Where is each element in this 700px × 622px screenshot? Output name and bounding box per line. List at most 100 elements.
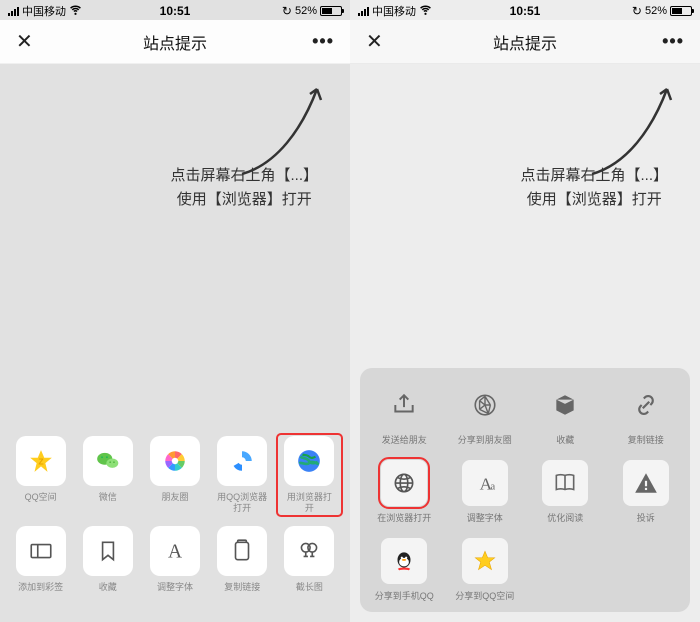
tile-label: 收藏	[99, 582, 117, 604]
globe-icon	[284, 436, 334, 486]
instruction-line2: 使用【浏览器】打开	[520, 188, 668, 212]
signal-icon	[8, 7, 19, 16]
clock-label: 10:51	[510, 4, 541, 18]
tile-wechat[interactable]: 微信	[77, 436, 138, 514]
warning-icon	[623, 460, 669, 506]
bookmark-add-icon	[16, 526, 66, 576]
more-button[interactable]: •••	[308, 27, 338, 56]
cell-adjustfont[interactable]: Aa 调整字体	[447, 460, 524, 524]
tile-favorite[interactable]: 收藏	[77, 526, 138, 604]
qzone-icon: Z	[16, 436, 66, 486]
font-size-icon: Aa	[462, 460, 508, 506]
favorite-icon	[83, 526, 133, 576]
tile-qzone[interactable]: Z QQ空间	[10, 436, 71, 514]
tile-label: 截长图	[296, 582, 323, 604]
cell-favorite[interactable]: 收藏	[527, 382, 604, 446]
page-title: 站点提示	[143, 30, 207, 54]
page-title: 站点提示	[493, 30, 557, 54]
cell-label: 复制链接	[628, 433, 664, 446]
qzone-star-icon	[462, 538, 508, 584]
more-button[interactable]: •••	[658, 27, 688, 56]
instruction-text: 点击屏幕右上角【...】 使用【浏览器】打开	[170, 164, 318, 212]
tile-label: 用QQ浏览器打开	[216, 492, 268, 514]
close-button[interactable]: ✕	[12, 25, 37, 58]
cell-label: 收藏	[556, 433, 574, 446]
share-row-2: 在浏览器打开 Aa 调整字体 优化阅读	[366, 460, 684, 524]
wechat-icon	[83, 436, 133, 486]
cell-complain[interactable]: 投诉	[608, 460, 685, 524]
carrier-label: 中国移动	[22, 3, 66, 19]
cell-sendfriend[interactable]: 发送给朋友	[366, 382, 443, 446]
tile-moments[interactable]: 朋友圈	[144, 436, 205, 514]
cell-label: 在浏览器打开	[377, 511, 431, 524]
cell-label: 分享到手机QQ	[375, 589, 434, 602]
cell-label: 调整字体	[467, 511, 503, 524]
qqbrowser-icon	[217, 436, 267, 486]
globe-icon	[381, 460, 427, 506]
instruction-line2: 使用【浏览器】打开	[170, 188, 318, 212]
moments-icon	[150, 436, 200, 486]
instruction-area: 点击屏幕右上角【...】 使用【浏览器】打开	[350, 64, 700, 264]
link-icon	[623, 382, 669, 428]
screenshot-icon	[284, 526, 334, 576]
carrier-label: 中国移动	[372, 3, 416, 19]
loading-icon: ↻	[632, 4, 642, 18]
cell-label: 发送给朋友	[382, 433, 427, 446]
status-bar: 中国移动 10:51 ↻ 52%	[0, 0, 350, 20]
status-bar: 中国移动 10:51 ↻ 52%	[350, 0, 700, 20]
send-icon	[381, 382, 427, 428]
share-panel: 发送给朋友 分享到朋友圈 收藏	[360, 368, 690, 612]
font-icon: A	[150, 526, 200, 576]
share-row-1: Z QQ空间 微信 朋友圈 用QQ浏览器打开	[10, 436, 340, 514]
box-icon	[542, 382, 588, 428]
cell-sharemoments[interactable]: 分享到朋友圈	[447, 382, 524, 446]
cell-shareqzone[interactable]: 分享到QQ空间	[447, 538, 524, 602]
cell-label: 分享到朋友圈	[458, 433, 512, 446]
tile-browser[interactable]: 用浏览器打开	[277, 434, 342, 516]
battery-icon	[670, 6, 692, 16]
svg-text:a: a	[490, 481, 495, 493]
tile-label: QQ空间	[25, 492, 57, 514]
tile-label: 复制链接	[224, 582, 260, 604]
battery-icon	[320, 6, 342, 16]
instruction-area: 点击屏幕右上角【...】 使用【浏览器】打开	[0, 64, 350, 264]
signal-icon	[358, 7, 369, 16]
tile-font[interactable]: A 调整字体	[144, 526, 205, 604]
wifi-icon	[69, 3, 82, 19]
battery-label: 52%	[645, 5, 667, 17]
battery-label: 52%	[295, 5, 317, 17]
tile-label: 用浏览器打开	[283, 492, 335, 514]
tile-longshot[interactable]: 截长图	[279, 526, 340, 604]
cell-optread[interactable]: 优化阅读	[527, 460, 604, 524]
nav-bar: ✕ 站点提示 •••	[350, 20, 700, 64]
nav-bar: ✕ 站点提示 •••	[0, 20, 350, 64]
tile-qqbrowser[interactable]: 用QQ浏览器打开	[212, 436, 273, 514]
svg-text:Z: Z	[38, 456, 44, 466]
share-row-2: 添加到彩签 收藏 A 调整字体 复制链接	[10, 526, 340, 604]
tile-bookmark[interactable]: 添加到彩签	[10, 526, 71, 604]
cell-label: 优化阅读	[547, 511, 583, 524]
share-row-1: 发送给朋友 分享到朋友圈 收藏	[366, 382, 684, 446]
share-sheet-right: 发送给朋友 分享到朋友圈 收藏	[350, 358, 700, 622]
cell-label: 投诉	[637, 511, 655, 524]
tile-label: 添加到彩签	[18, 582, 63, 604]
cell-copylink[interactable]: 复制链接	[608, 382, 685, 446]
clock-label: 10:51	[160, 4, 191, 18]
phone-screen-right: 中国移动 10:51 ↻ 52% ✕ 站点提示 ••• 点击屏幕右上角【...】…	[350, 0, 700, 622]
tile-copylink[interactable]: 复制链接	[212, 526, 273, 604]
cell-label: 分享到QQ空间	[455, 589, 514, 602]
share-sheet-left: Z QQ空间 微信 朋友圈 用QQ浏览器打开	[0, 422, 350, 622]
svg-text:A: A	[168, 542, 182, 563]
qq-icon	[381, 538, 427, 584]
cell-openbrowser[interactable]: 在浏览器打开	[366, 460, 443, 524]
close-button[interactable]: ✕	[362, 25, 387, 58]
tile-label: 调整字体	[157, 582, 193, 604]
instruction-text: 点击屏幕右上角【...】 使用【浏览器】打开	[520, 164, 668, 212]
reader-icon	[542, 460, 588, 506]
instruction-line1: 点击屏幕右上角【...】	[170, 164, 318, 188]
tile-label: 微信	[99, 492, 117, 514]
instruction-line1: 点击屏幕右上角【...】	[520, 164, 668, 188]
cell-shareqq[interactable]: 分享到手机QQ	[366, 538, 443, 602]
phone-screen-left: 中国移动 10:51 ↻ 52% ✕ 站点提示 ••• 点击屏幕右上角【...】…	[0, 0, 350, 622]
aperture-icon	[462, 382, 508, 428]
